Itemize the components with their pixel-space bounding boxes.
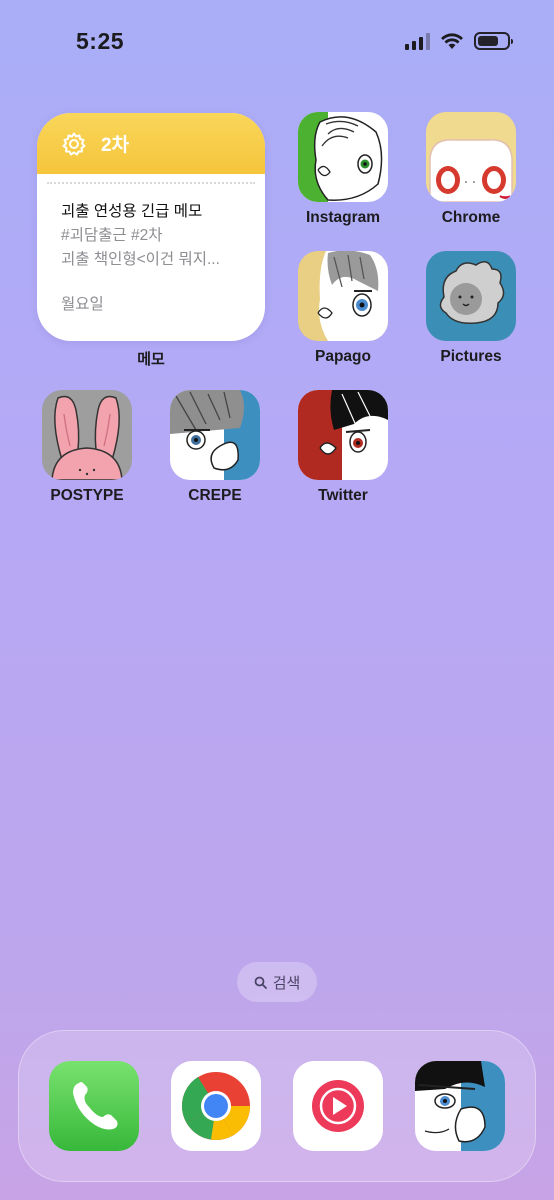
status-time: 5:25 [76,28,125,54]
notes-widget-header: 2차 [37,113,265,174]
notes-widget[interactable]: 2차 괴출 연성용 긴급 메모 #괴담출근 #2차 괴출 책인형<이건 뭐지..… [37,113,265,341]
dock-phone[interactable] [49,1061,139,1151]
wifi-icon [441,33,463,49]
app-label: POSTYPE [50,487,124,504]
app-label: Pictures [440,348,502,365]
app-label: CREPE [188,487,242,504]
note-date: 월요일 [61,296,104,313]
notes-widget-title: 2차 [101,135,130,156]
dock-character-app[interactable] [415,1061,505,1151]
twitter-icon [298,390,388,480]
app-crepe[interactable]: CREPE [170,390,260,505]
character-icon [415,1061,505,1151]
chrome-browser-icon [171,1061,261,1151]
status-icons [405,30,513,52]
note-line: #괴담출근 #2차 [61,227,163,244]
app-chrome[interactable]: Chrome [426,112,516,227]
app-pictures[interactable]: Pictures [426,251,516,366]
gear-icon [62,132,86,155]
youtube-music-icon [293,1061,383,1151]
app-label: Papago [315,348,371,365]
search-icon [254,976,267,989]
app-papago[interactable]: Papago [298,251,388,366]
papago-icon [298,251,388,341]
dock-youtube-music[interactable] [293,1061,383,1151]
app-label: Twitter [318,487,368,504]
note-line: 괴출 책인형<이건 뭐지... [61,251,220,268]
crepe-icon [170,390,260,480]
home-search-button[interactable]: 검색 [237,962,317,1002]
app-postype[interactable]: POSTYPE [42,390,132,505]
app-twitter[interactable]: Twitter [298,390,388,505]
app-instagram[interactable]: Instagram [298,112,388,227]
notes-widget-label: 메모 [137,351,165,368]
note-title: 괴출 연성용 긴급 메모 [61,203,203,220]
pictures-icon [426,251,516,341]
postype-icon [42,390,132,480]
battery-icon [474,32,513,50]
chrome-icon [426,112,516,202]
cellular-signal-icon [405,32,430,50]
app-label: Instagram [305,209,381,226]
phone-icon [49,1061,139,1151]
dock-chrome[interactable] [171,1061,261,1151]
instagram-icon [298,112,388,202]
app-label: Chrome [441,209,501,226]
search-label: 검색 [272,974,301,992]
